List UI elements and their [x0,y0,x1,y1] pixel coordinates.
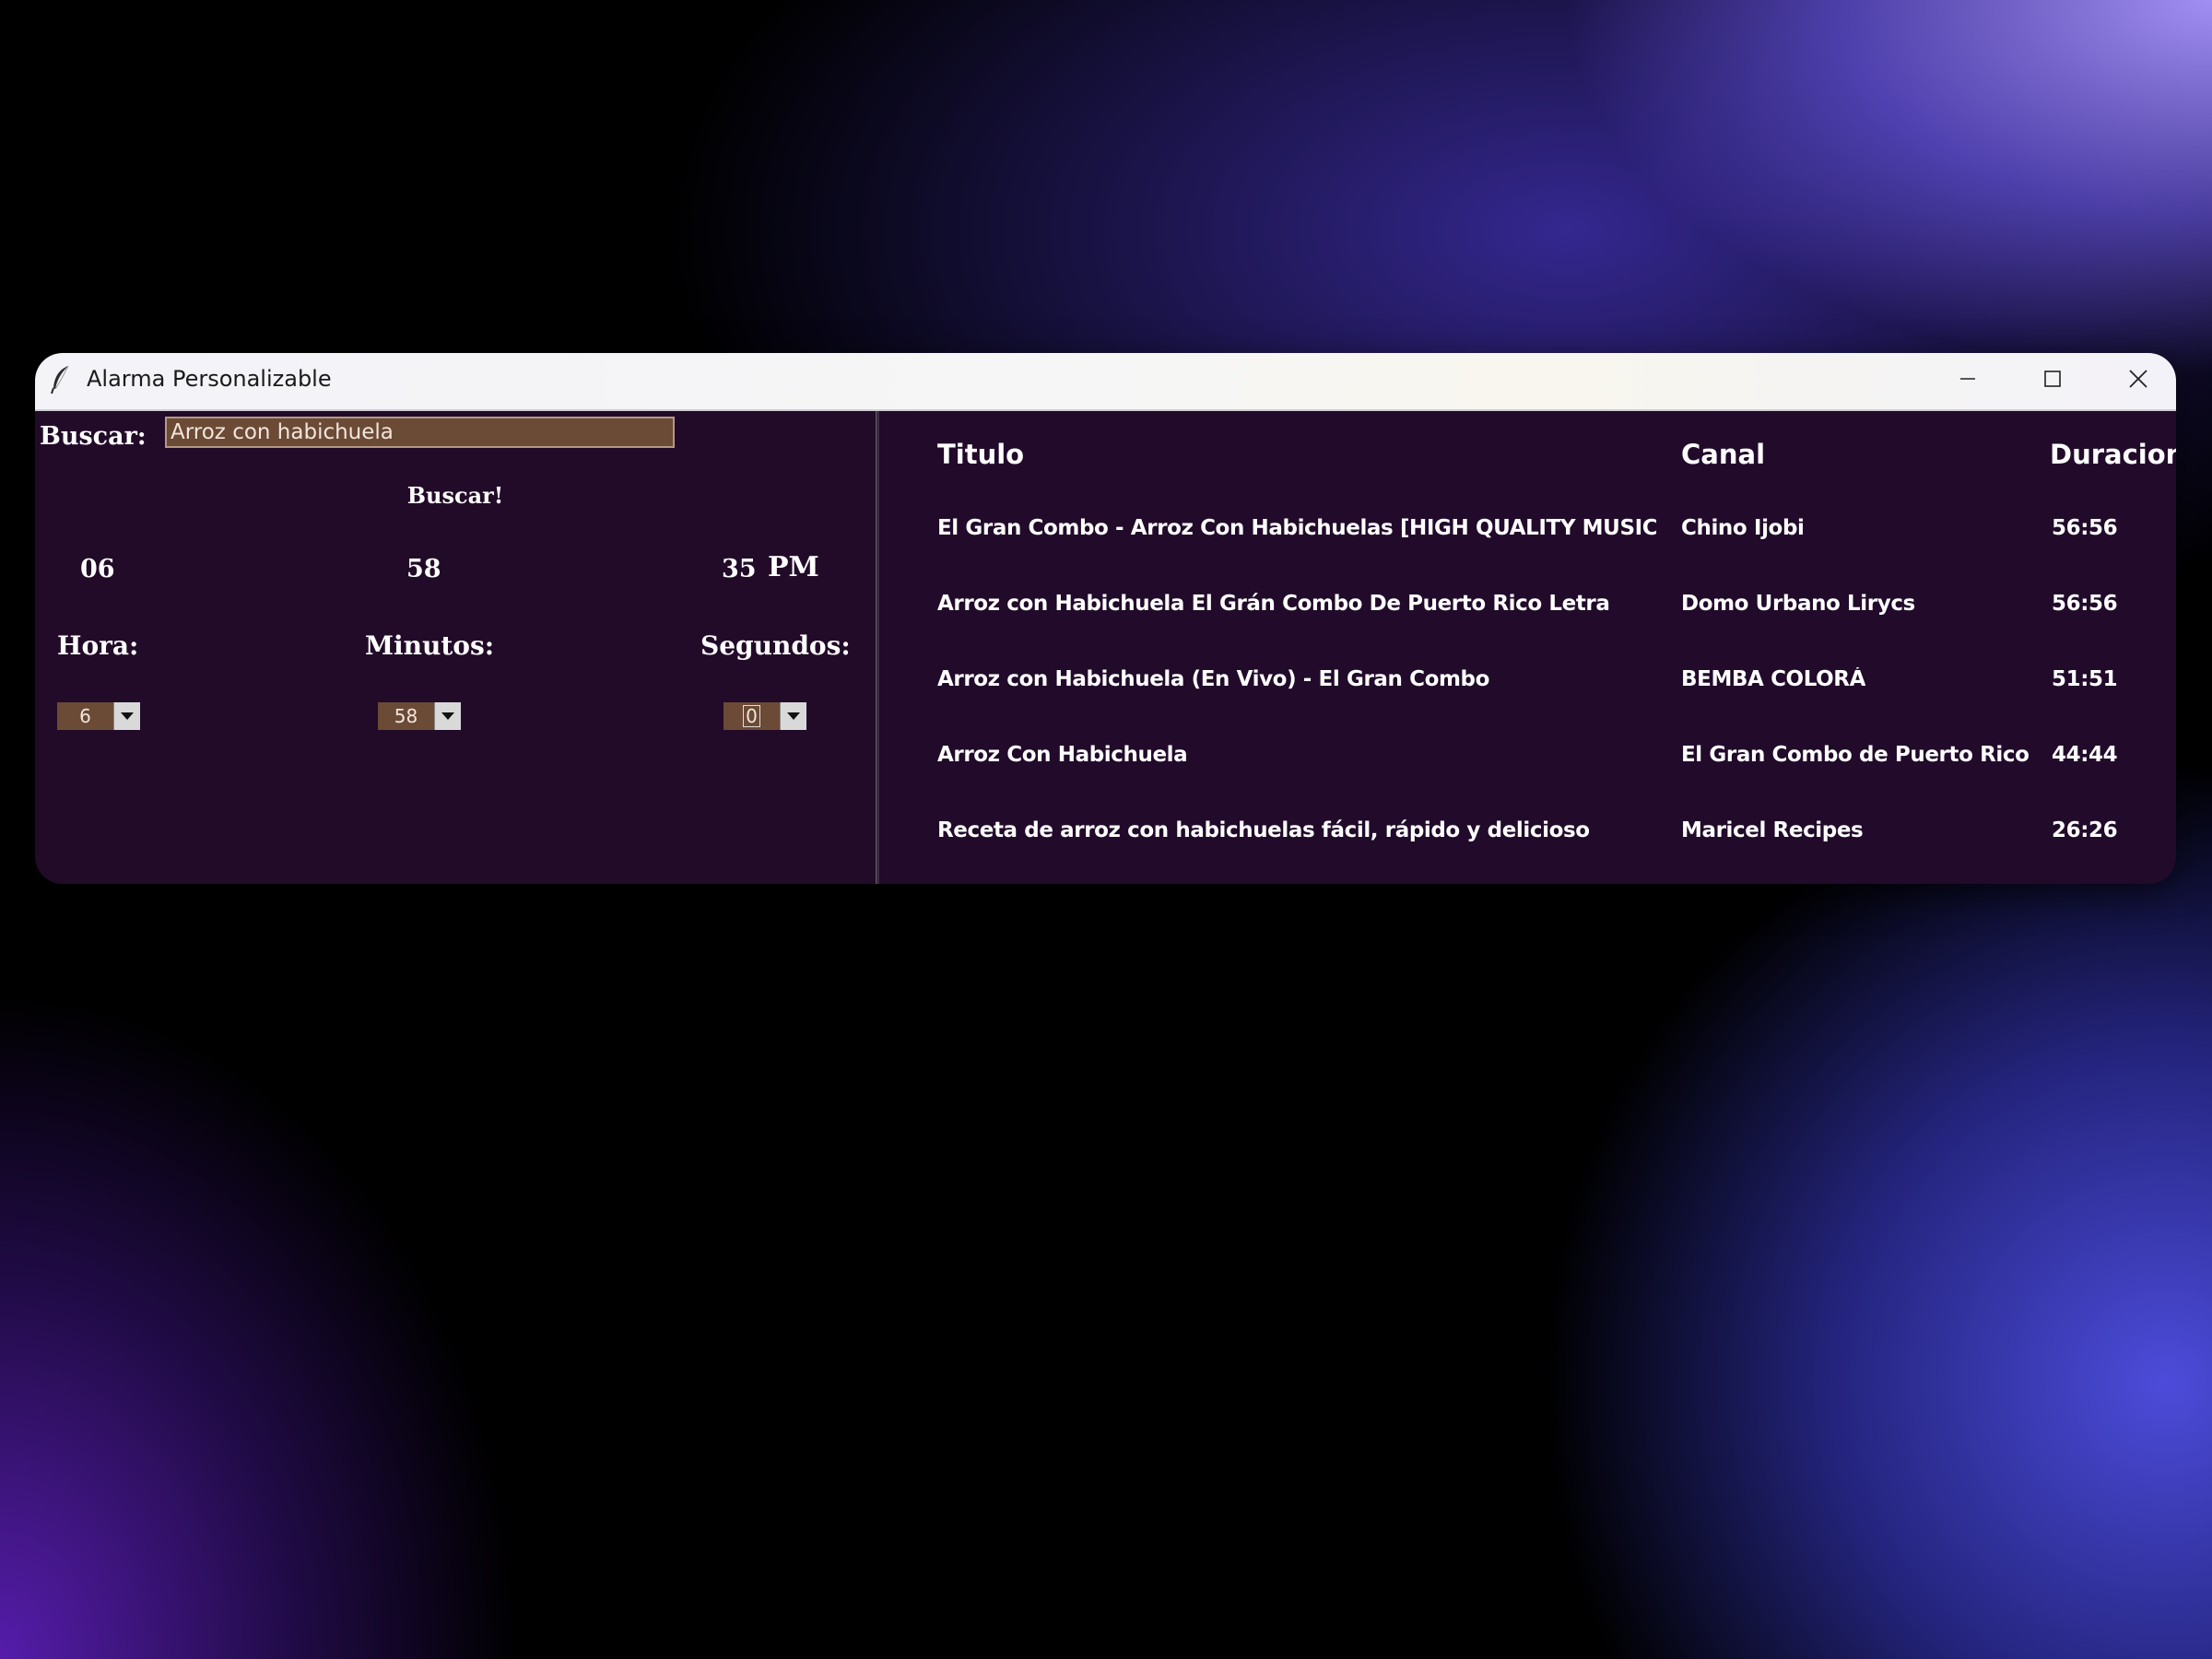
row-title: Arroz con Habichuela (En Vivo) - El Gran… [937,667,1489,691]
feather-icon [50,364,72,395]
table-row[interactable]: Arroz con Habichuela El Grán Combo De Pu… [879,592,2176,638]
minute-label: Minutos: [365,630,495,661]
hour-select[interactable]: 6 [57,702,140,730]
row-duration: 56:56 [2052,592,2118,616]
maximize-button[interactable] [2030,360,2076,401]
maximize-icon [2042,369,2063,393]
column-header-duration[interactable]: Duracion [2050,439,2176,470]
row-channel: BEMBA COLORÁ [1681,667,1865,691]
hour-label: Hora: [57,630,139,661]
row-duration: 44:44 [2052,743,2118,767]
clock-period: PM [768,551,819,583]
minute-select-value: 58 [394,705,418,727]
row-title: Arroz con Habichuela El Grán Combo De Pu… [937,592,1610,616]
table-row[interactable]: Arroz con Habichuela (En Vivo) - El Gran… [879,667,2176,713]
clock-second: 35 [722,555,757,583]
hour-select-value: 6 [79,705,91,727]
results-table: Titulo Canal Duracion El Gran Combo - Ar… [879,411,2176,884]
row-channel: Chino Ijobi [1681,516,1805,540]
search-label: Buscar: [40,422,147,451]
chevron-down-icon[interactable] [780,702,806,730]
clock-minute: 58 [406,555,441,583]
close-button[interactable] [2115,360,2161,401]
column-header-channel[interactable]: Canal [1681,439,1765,470]
minimize-button[interactable] [1945,360,1991,401]
table-row[interactable]: Arroz Con Habichuela El Gran Combo de Pu… [879,743,2176,789]
window-title: Alarma Personalizable [87,366,332,392]
column-header-title[interactable]: Titulo [937,439,1024,470]
close-icon [2127,368,2149,394]
row-title: Receta de arroz con habichuelas fácil, r… [937,818,1590,842]
second-label: Segundos: [700,630,851,661]
minute-select[interactable]: 58 [378,702,461,730]
row-duration: 51:51 [2052,667,2118,691]
table-row[interactable]: El Gran Combo - Arroz Con Habichuelas [H… [879,516,2176,562]
row-duration: 56:56 [2052,516,2118,540]
row-channel: Maricel Recipes [1681,818,1864,842]
alarm-panel: Buscar: Buscar! 06 58 35 PM Hora: Minuto… [35,411,876,884]
row-channel: Domo Urbano Lirycs [1681,592,1915,616]
table-row[interactable]: Receta de arroz con habichuelas fácil, r… [879,818,2176,865]
search-button[interactable]: Buscar! [371,477,540,512]
title-bar[interactable]: Alarma Personalizable [35,353,2176,411]
row-channel: El Gran Combo de Puerto Rico [1681,743,2030,767]
app-window: Alarma Personalizable Buscar: Buscar! 06… [35,353,2176,884]
second-select[interactable]: 0 [724,702,806,730]
row-title: Arroz Con Habichuela [937,743,1188,767]
second-select-value: 0 [724,702,780,730]
row-duration: 26:26 [2052,818,2118,842]
row-title: El Gran Combo - Arroz Con Habichuelas [H… [937,516,1656,540]
chevron-down-icon[interactable] [113,702,140,730]
second-select-text: 0 [743,705,760,727]
clock-hour: 06 [80,555,115,583]
chevron-down-icon[interactable] [434,702,461,730]
search-input[interactable] [165,417,675,448]
minimize-icon [1958,369,1978,393]
